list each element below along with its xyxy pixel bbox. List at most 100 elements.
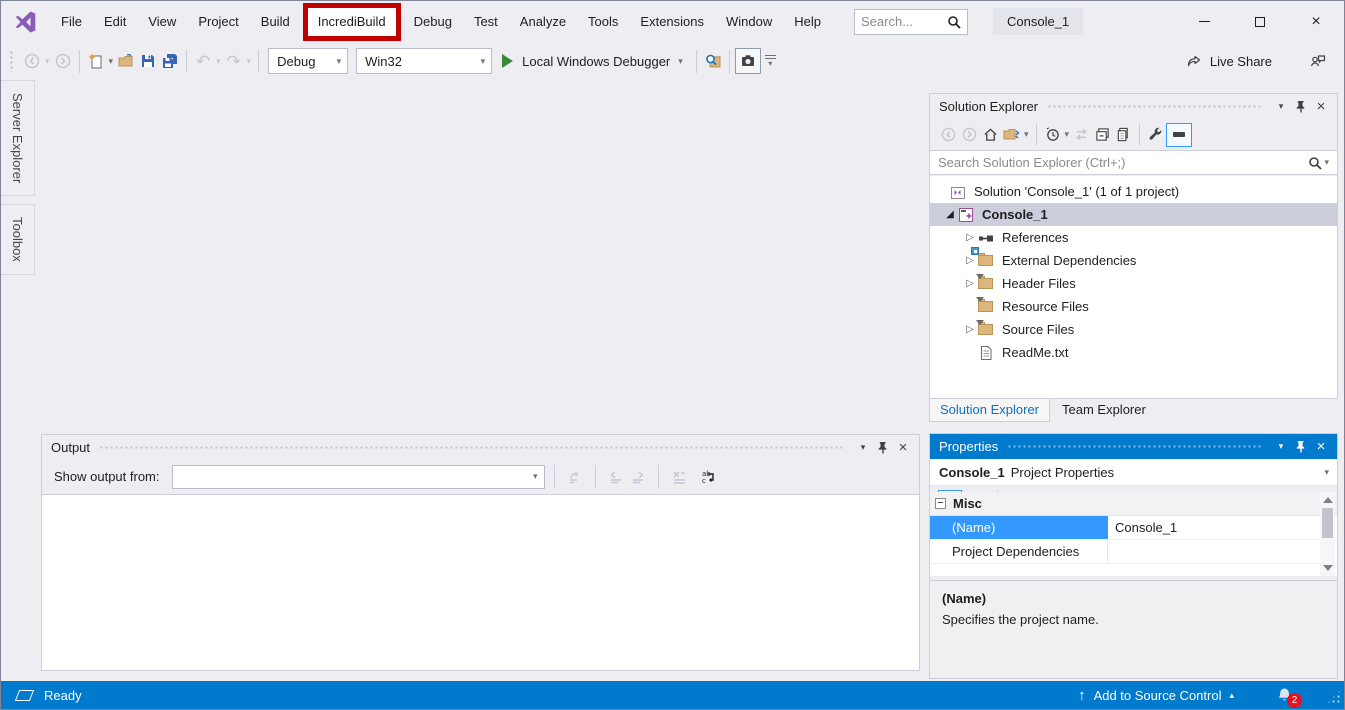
sidebar-tab-server-explorer[interactable]: Server Explorer: [1, 80, 35, 196]
property-name-cell[interactable]: (Name): [930, 516, 1108, 539]
close-panel-button[interactable]: ×: [1311, 97, 1331, 117]
tree-row-project-selected[interactable]: ◢ Console_1: [930, 203, 1337, 226]
new-item-dropdown[interactable]: ▾: [107, 56, 116, 67]
collapsed-icon[interactable]: ▷: [962, 278, 978, 289]
tree-row-readme[interactable]: ReadMe.txt: [930, 341, 1337, 364]
resize-grip[interactable]: [1327, 690, 1341, 704]
pin-button[interactable]: [873, 438, 893, 458]
properties-object-combo[interactable]: Console_1 Project Properties ▾: [930, 459, 1337, 486]
menu-project[interactable]: Project: [187, 8, 249, 36]
navigation-history-dropdown[interactable]: ▾: [43, 56, 52, 67]
redo-dropdown[interactable]: ▾: [245, 56, 254, 67]
debug-target-dropdown[interactable]: ▾: [676, 56, 685, 67]
send-feedback-icon[interactable]: [1310, 53, 1326, 69]
solution-explorer-search-box[interactable]: ▾: [930, 150, 1337, 175]
pin-button[interactable]: [1291, 437, 1311, 457]
menu-debug[interactable]: Debug: [403, 8, 463, 36]
se-back-button[interactable]: [938, 123, 959, 147]
close-panel-button[interactable]: ×: [893, 438, 913, 458]
add-to-source-control-button[interactable]: Add to Source Control: [1094, 688, 1222, 703]
property-name-cell[interactable]: Project Dependencies: [930, 540, 1108, 563]
panel-drag-grip[interactable]: [1007, 444, 1262, 450]
close-panel-button[interactable]: ×: [1311, 437, 1331, 457]
menu-analyze[interactable]: Analyze: [509, 8, 577, 36]
tree-row-external-dependencies[interactable]: ▷ External Dependencies: [930, 249, 1337, 272]
scroll-up-arrow[interactable]: [1323, 497, 1333, 503]
property-value-cell[interactable]: [1108, 540, 1337, 563]
new-project-button[interactable]: [85, 48, 107, 74]
quick-search-input[interactable]: [861, 14, 947, 29]
sidebar-tab-toolbox[interactable]: Toolbox: [1, 204, 35, 275]
window-position-dropdown[interactable]: ▾: [853, 438, 873, 458]
menu-extensions[interactable]: Extensions: [629, 8, 715, 36]
switch-views-dropdown[interactable]: ▾: [1022, 129, 1031, 140]
scroll-down-arrow[interactable]: [1323, 565, 1333, 571]
clear-all-button[interactable]: [668, 464, 690, 490]
property-value-cell[interactable]: Console_1: [1108, 516, 1337, 539]
preview-selected-items-button[interactable]: [1166, 123, 1192, 147]
scrollbar-thumb[interactable]: [1322, 508, 1333, 538]
solution-explorer-header[interactable]: Solution Explorer ▾ ×: [930, 94, 1337, 119]
menu-build[interactable]: Build: [250, 8, 301, 36]
output-source-combo[interactable]: ▾: [172, 465, 545, 489]
toolbar-options-button[interactable]: ▾: [765, 55, 776, 68]
notifications-button[interactable]: 2: [1276, 687, 1293, 704]
show-all-files-button[interactable]: [1113, 123, 1134, 147]
start-debugging-button[interactable]: Local Windows Debugger ▾: [496, 54, 691, 69]
properties-scrollbar[interactable]: [1320, 492, 1335, 576]
solution-explorer-search-input[interactable]: [938, 155, 1308, 170]
menu-window[interactable]: Window: [715, 8, 783, 36]
camera-button[interactable]: [735, 48, 761, 74]
se-properties-button[interactable]: [1145, 123, 1166, 147]
tree-row-header-files[interactable]: ▷ Header Files: [930, 272, 1337, 295]
collapsed-icon[interactable]: ▷: [962, 232, 978, 243]
pin-button[interactable]: [1291, 97, 1311, 117]
sync-with-active-document-button[interactable]: [1071, 123, 1092, 147]
live-share-button[interactable]: Live Share: [1186, 53, 1272, 69]
property-row-name[interactable]: (Name) Console_1: [930, 516, 1337, 540]
undo-button[interactable]: ↶: [192, 48, 214, 74]
menu-edit[interactable]: Edit: [93, 8, 137, 36]
tree-row-resource-files[interactable]: Resource Files: [930, 295, 1337, 318]
window-position-dropdown[interactable]: ▾: [1271, 97, 1291, 117]
output-content-area[interactable]: [42, 494, 919, 670]
tree-row-source-files[interactable]: ▷ Source Files: [930, 318, 1337, 341]
previous-message-button[interactable]: [605, 464, 627, 490]
collapsed-icon[interactable]: ▷: [962, 324, 978, 335]
menu-tools[interactable]: Tools: [577, 8, 629, 36]
maximize-button[interactable]: [1232, 1, 1288, 42]
close-button[interactable]: ×: [1288, 1, 1344, 42]
navigate-forward-button[interactable]: [52, 48, 74, 74]
tab-team-explorer[interactable]: Team Explorer: [1052, 399, 1156, 421]
save-button[interactable]: [137, 48, 159, 74]
open-file-button[interactable]: [115, 48, 137, 74]
menu-help[interactable]: Help: [783, 8, 832, 36]
undo-dropdown[interactable]: ▾: [214, 56, 223, 67]
menu-file[interactable]: File: [50, 8, 93, 36]
collapse-category-icon[interactable]: −: [935, 498, 946, 509]
search-options-dropdown[interactable]: ▾: [1322, 157, 1331, 168]
se-forward-button[interactable]: [959, 123, 980, 147]
properties-header[interactable]: Properties ▾ ×: [930, 434, 1337, 459]
toggle-word-wrap-button[interactable]: ab c: [698, 464, 720, 490]
redo-button[interactable]: ↷: [223, 48, 245, 74]
navigate-back-button[interactable]: [21, 48, 43, 74]
tree-row-solution[interactable]: Solution 'Console_1' (1 of 1 project): [930, 180, 1337, 203]
save-all-button[interactable]: [159, 48, 181, 74]
output-panel-header[interactable]: Output ▾ ×: [42, 435, 919, 460]
home-button[interactable]: [980, 123, 1001, 147]
tab-solution-explorer[interactable]: Solution Explorer: [929, 399, 1050, 422]
menu-incredibuild-highlighted[interactable]: IncrediBuild: [303, 3, 401, 41]
quick-search-box[interactable]: [854, 9, 968, 35]
menu-view[interactable]: View: [137, 8, 187, 36]
tree-row-references[interactable]: ▷ References: [930, 226, 1337, 249]
property-row-project-dependencies[interactable]: Project Dependencies: [930, 540, 1337, 564]
collapsed-icon[interactable]: ▷: [962, 255, 978, 266]
solution-configuration-combo[interactable]: Debug ▾: [268, 48, 348, 74]
switch-views-button[interactable]: [1001, 123, 1022, 147]
pending-changes-filter-button[interactable]: [1042, 123, 1063, 147]
window-position-dropdown[interactable]: ▾: [1271, 437, 1291, 457]
next-message-button[interactable]: [627, 464, 649, 490]
expanded-icon[interactable]: ◢: [942, 209, 958, 220]
filter-dropdown[interactable]: ▾: [1063, 129, 1072, 140]
